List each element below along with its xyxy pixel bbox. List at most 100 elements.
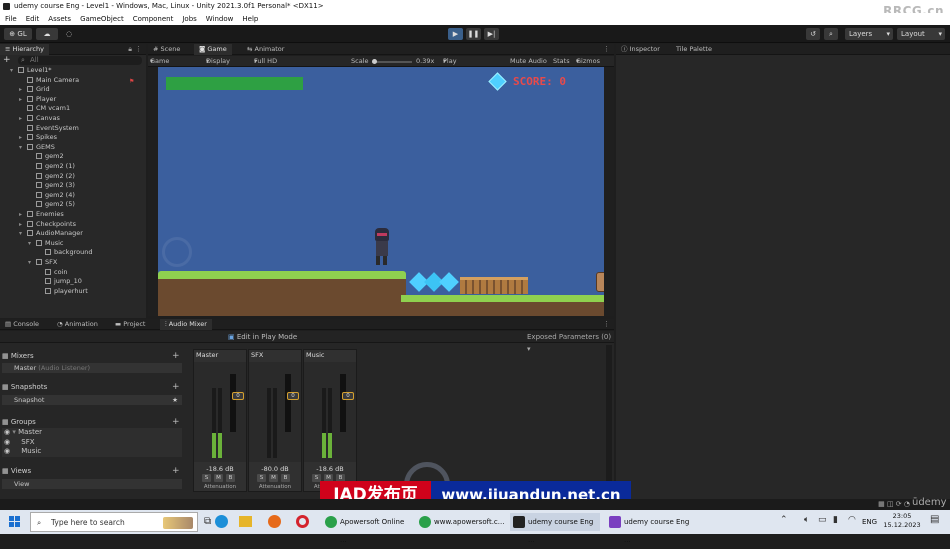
scale-slider-thumb[interactable]: [372, 59, 377, 64]
tab-console[interactable]: ▤ Console: [0, 319, 44, 330]
strip-s-button[interactable]: S: [257, 474, 266, 482]
snapshot-item[interactable]: Snapshot ★: [2, 395, 182, 405]
speaker-icon[interactable]: 🔈︎: [804, 515, 809, 525]
tab-scene[interactable]: # Scene: [148, 44, 185, 55]
hierarchy-item[interactable]: ▾ Music: [28, 239, 64, 249]
kebab-menu-icon[interactable]: ⋮: [135, 44, 142, 55]
eye-icon[interactable]: ◉: [4, 447, 10, 455]
taskbar-app-apowersoft[interactable]: Apowersoft Online ...: [322, 513, 410, 544]
hierarchy-item[interactable]: gem2 (5): [28, 200, 75, 210]
menu-item-window[interactable]: Window: [206, 13, 234, 25]
game-view[interactable]: SCORE: 0: [158, 67, 604, 316]
play-button[interactable]: ▶: [448, 28, 463, 40]
strip-m-button[interactable]: M: [269, 474, 278, 482]
chevron-down-icon[interactable]: ▾: [28, 239, 36, 249]
taskbar-app-unity[interactable]: udemy course Eng ...: [510, 513, 600, 544]
task-view-icon[interactable]: ⧉: [204, 516, 211, 527]
fader-handle[interactable]: 0: [342, 392, 354, 400]
hierarchy-item[interactable]: CM vcam1: [19, 104, 70, 114]
tab-animator[interactable]: ⇆ Animator: [242, 44, 289, 55]
firefox-icon[interactable]: [268, 515, 281, 528]
menu-item-help[interactable]: Help: [242, 13, 258, 25]
hierarchy-item[interactable]: coin: [37, 268, 67, 278]
hierarchy-item[interactable]: ▾ Level1*: [10, 66, 52, 76]
display-dropdown[interactable]: Display 1 ▾: [206, 56, 230, 76]
windows-start-icon[interactable]: [9, 516, 21, 528]
hierarchy-item[interactable]: ▸ Spikes: [19, 133, 57, 143]
chevron-down-icon[interactable]: ▾: [28, 258, 36, 268]
mute-audio-toggle[interactable]: Mute Audio: [510, 56, 547, 67]
menu-item-file[interactable]: File: [5, 13, 17, 25]
chevron-right-icon[interactable]: ▸: [19, 133, 27, 143]
tab-project[interactable]: ▬ Project: [110, 319, 150, 330]
hierarchy-item[interactable]: gem2 (3): [28, 181, 75, 191]
hierarchy-item[interactable]: ▸ Enemies: [19, 210, 64, 220]
lock-icon[interactable]: 🔒︎: [128, 44, 132, 55]
eye-icon[interactable]: ◉: [4, 428, 10, 436]
mixer-scrollbar[interactable]: [606, 345, 612, 495]
strip-b-button[interactable]: B: [281, 474, 290, 482]
chevron-up-icon[interactable]: ⌃: [780, 515, 788, 525]
taskbar-search-input[interactable]: ⌕ Type here to search: [30, 512, 198, 532]
step-button[interactable]: ▶|: [484, 28, 499, 40]
hierarchy-item[interactable]: playerhurt: [37, 287, 88, 297]
language-indicator[interactable]: ENG: [862, 510, 877, 534]
hierarchy-item[interactable]: gem2 (4): [28, 191, 75, 201]
hierarchy-item[interactable]: ▾ AudioManager: [19, 229, 83, 239]
chevron-right-icon[interactable]: ▸: [19, 85, 27, 95]
fader-handle[interactable]: 0: [232, 392, 244, 400]
fader-handle[interactable]: 0: [287, 392, 299, 400]
strip-b-button[interactable]: B: [226, 474, 235, 482]
chevron-right-icon[interactable]: ▸: [19, 114, 27, 124]
strip-m-button[interactable]: M: [214, 474, 223, 482]
collab-button[interactable]: ◌: [62, 28, 76, 40]
tab-tile-palette[interactable]: Tile Palette: [671, 44, 717, 55]
add-object-button[interactable]: +: [3, 56, 15, 65]
account-button[interactable]: ⊕ GL: [4, 28, 32, 40]
play-focused-dropdown[interactable]: Play Focused ▾: [443, 56, 470, 76]
menu-item-gameobject[interactable]: GameObject: [80, 13, 124, 25]
cloud-button[interactable]: ☁: [36, 28, 58, 40]
file-explorer-icon[interactable]: [239, 516, 252, 527]
volume-fader[interactable]: [285, 374, 291, 432]
layout-dropdown[interactable]: Layout ▾: [897, 28, 945, 40]
chevron-right-icon[interactable]: ▸: [19, 95, 27, 105]
hierarchy-item[interactable]: gem2 (1): [28, 162, 75, 172]
history-button[interactable]: ↺: [806, 28, 820, 40]
menu-item-edit[interactable]: Edit: [26, 13, 40, 25]
battery-icon[interactable]: ▮: [833, 515, 838, 525]
menu-item-assets[interactable]: Assets: [48, 13, 71, 25]
chevron-down-icon[interactable]: ▾: [10, 66, 18, 76]
layers-dropdown[interactable]: Layers ▾: [845, 28, 893, 40]
tab-animation[interactable]: ◔ Animation: [52, 319, 103, 330]
menu-item-jobs[interactable]: Jobs: [182, 13, 196, 25]
hierarchy-item[interactable]: ▸ Checkpoints: [19, 220, 76, 230]
volume-fader[interactable]: [230, 374, 236, 432]
hierarchy-item[interactable]: ▸ Canvas: [19, 114, 60, 124]
hierarchy-item[interactable]: background: [37, 248, 92, 258]
hierarchy-item[interactable]: gem2: [28, 152, 64, 162]
hierarchy-item[interactable]: ▾ GEMS: [19, 143, 55, 153]
tab-hierarchy[interactable]: ≡ Hierarchy: [0, 44, 49, 55]
hierarchy-item[interactable]: gem2 (2): [28, 172, 75, 182]
edit-in-play-mode-toggle[interactable]: ▣ Edit in Play Mode: [228, 331, 297, 343]
gizmos-dropdown[interactable]: Gizmos ▾: [576, 56, 600, 67]
hierarchy-search-input[interactable]: ⌕ All: [18, 56, 142, 65]
stats-toggle[interactable]: Stats: [553, 56, 570, 67]
resolution-dropdown[interactable]: Full HD (1920x1080) ▾: [254, 56, 296, 76]
eye-icon[interactable]: ◉: [4, 438, 10, 446]
hierarchy-item[interactable]: ▾ SFX: [28, 258, 57, 268]
taskbar-clock[interactable]: 23:05 15.12.2023: [882, 512, 922, 530]
hierarchy-item[interactable]: jump_10: [37, 277, 82, 287]
strip-s-button[interactable]: S: [202, 474, 211, 482]
chevron-down-icon[interactable]: ▾: [19, 229, 27, 239]
tab-inspector[interactable]: ⓘ Inspector: [616, 44, 665, 55]
group-item-master[interactable]: ◉ ▾ Master: [4, 428, 42, 438]
volume-fader[interactable]: [340, 374, 346, 432]
network-icon[interactable]: ▭: [818, 515, 827, 525]
view-item[interactable]: View: [2, 479, 182, 489]
tab-audio-mixer[interactable]: ⫶ Audio Mixer: [160, 319, 212, 330]
chevron-right-icon[interactable]: ▸: [19, 220, 27, 230]
group-item-sfx[interactable]: ◉ SFX: [4, 438, 35, 448]
search-button[interactable]: ⌕: [824, 28, 838, 40]
